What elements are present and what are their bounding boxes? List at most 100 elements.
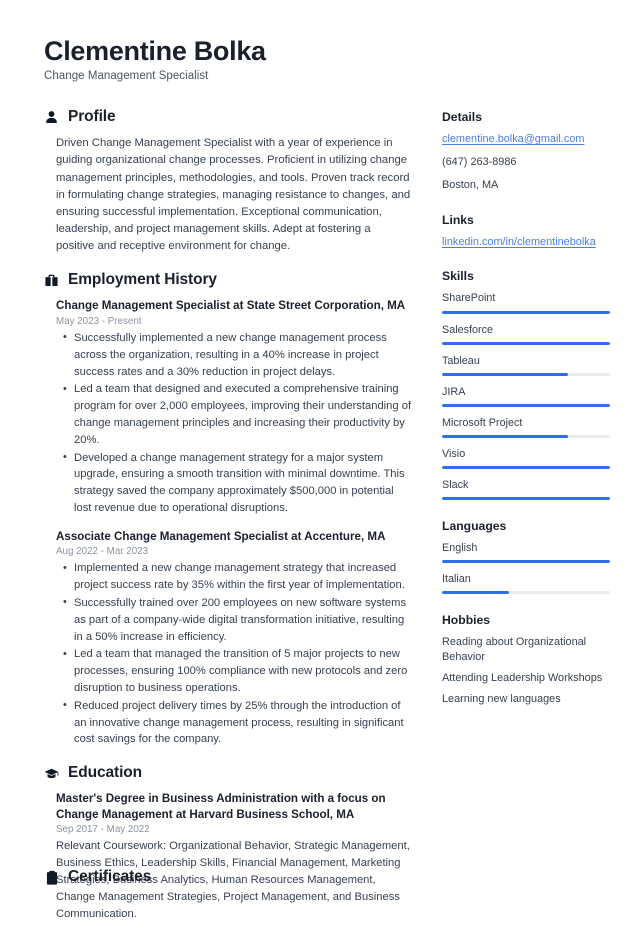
employment-entry-date: Aug 2022 - Mar 2023 [56,546,149,558]
sidebar-hobbies-title: Hobbies [442,612,491,627]
profile-text: Driven Change Management Specialist with… [56,137,411,253]
skill-label: SharePoint [442,292,496,305]
candidate-name: Clementine Bolka [44,36,266,66]
resume-header: Clementine Bolka Change Management Speci… [44,36,596,82]
link-row: linkedin.com/in/clementinebolka [442,235,610,251]
employment-entry-bullets: Successfully implemented a new change ma… [56,329,412,517]
section-profile-title: Profile [68,108,116,126]
detail-location: Boston, MA [442,178,499,191]
briefcase-icon [44,273,59,288]
skill-item: JIRA [442,385,610,407]
language-item: English [442,541,610,563]
skill-label: JIRA [442,385,466,398]
section-education: Education Master's Degree in Business Ad… [44,764,412,922]
skill-label: Tableau [442,354,480,367]
resume-columns: Profile Driven Change Management Special… [44,108,610,938]
section-employment-body: Change Management Specialist at State St… [44,298,412,748]
bullet-item: Led a team that managed the transition o… [56,646,412,696]
detail-phone: (647) 263-8986 [442,156,517,169]
sidebar-links: Links linkedin.com/in/clementinebolka [442,213,610,251]
education-entry-title: Master's Degree in Business Administrati… [56,792,386,821]
bullet-item: Led a team that designed and executed a … [56,381,412,448]
language-bar-track [442,590,610,594]
sidebar-languages-title: Languages [442,518,507,533]
section-education-body: Master's Degree in Business Administrati… [44,791,412,922]
skill-bar-fill [442,465,610,469]
skill-label: Salesforce [442,323,494,336]
sidebar-skills: Skills SharePoint Salesforce Tableau JIR… [442,269,610,500]
skill-label: Visio [442,447,466,460]
section-employment-title: Employment History [68,271,217,289]
sidebar-details-title: Details [442,110,482,125]
employment-entry-title: Change Management Specialist at State St… [56,299,406,313]
certificate-icon [44,870,59,885]
skill-bar-fill [442,434,568,438]
section-employment-header: Employment History [44,271,412,289]
sidebar-column: Details clementine.bolka@gmail.com (647)… [442,108,610,726]
skill-bar-track [442,341,610,345]
section-profile-body: Driven Change Management Specialist with… [44,135,412,255]
graduation-cap-icon [44,766,59,781]
hobby-item: Learning new languages [442,692,561,705]
skill-item: SharePoint [442,291,610,314]
candidate-job-title: Change Management Specialist [44,70,209,83]
language-label: English [442,541,478,554]
section-certificates-header: Certificates [44,868,412,886]
skill-item: Microsoft Project [442,416,610,438]
skill-bar-track [442,372,610,376]
sidebar-details: Details clementine.bolka@gmail.com (647)… [442,110,610,193]
skill-label: Microsoft Project [442,416,523,429]
language-item: Italian [442,572,610,594]
bullet-item: Implemented a new change management stra… [56,560,412,594]
section-education-header: Education [44,764,412,782]
education-entry-date: Sep 2017 - May 2022 [56,824,150,836]
bullet-item: Developed a change management strategy f… [56,449,412,517]
sidebar-hobbies: Hobbies Reading about Organizational Beh… [442,613,610,707]
email-link[interactable]: clementine.bolka@gmail.com [442,132,584,147]
employment-entry-title: Associate Change Management Specialist a… [56,529,386,543]
skill-bar-track [442,496,610,500]
language-label: Italian [442,572,471,585]
skill-item: Slack [442,478,610,500]
skill-bar-track [442,403,610,407]
skill-label: Slack [442,478,469,491]
skill-bar-fill [442,496,610,500]
sidebar-languages: Languages English Italian [442,519,610,594]
resume-page: Clementine Bolka Change Management Speci… [0,0,640,920]
employment-entry-date: May 2023 - Present [56,315,142,327]
section-employment: Employment History Change Management Spe… [44,271,412,748]
main-column: Profile Driven Change Management Special… [44,108,412,938]
linkedin-link[interactable]: linkedin.com/in/clementinebolka [442,235,596,250]
bullet-item: Reduced project delivery times by 25% th… [56,697,412,748]
employment-entry: Change Management Specialist at State St… [56,298,412,516]
section-profile-header: Profile [44,108,412,126]
skill-bar-track [442,434,610,438]
hobby-item: Attending Leadership Workshops [442,671,603,684]
skill-item: Salesforce [442,323,610,345]
bullet-item: Successfully implemented a new change ma… [56,329,412,380]
skill-bar-fill [442,310,610,314]
skill-bar-track [442,465,610,469]
skill-item: Visio [442,447,610,469]
user-icon [44,110,59,125]
skill-bar-fill [442,372,568,376]
bullet-item: Successfully trained over 200 employees … [56,594,412,645]
section-certificates-title: Certificates [68,868,152,885]
section-certificates: Certificates [44,868,412,895]
section-education-title: Education [68,764,143,782]
sidebar-skills-title: Skills [442,269,474,284]
hobby-item: Reading about Organizational Behavior [442,635,587,663]
language-bar-fill [442,590,510,594]
skill-bar-track [442,310,610,314]
detail-email-row: clementine.bolka@gmail.com [442,132,610,148]
skill-item: Tableau [442,354,610,376]
skill-bar-fill [442,403,610,407]
sidebar-links-title: Links [442,212,474,227]
language-bar-track [442,559,610,563]
language-bar-fill [442,559,610,563]
employment-entry-bullets: Implemented a new change management stra… [56,560,412,748]
employment-entry: Associate Change Management Specialist a… [56,529,412,748]
skill-bar-fill [442,341,610,345]
section-profile: Profile Driven Change Management Special… [44,108,412,255]
education-entry: Master's Degree in Business Administrati… [56,791,412,922]
